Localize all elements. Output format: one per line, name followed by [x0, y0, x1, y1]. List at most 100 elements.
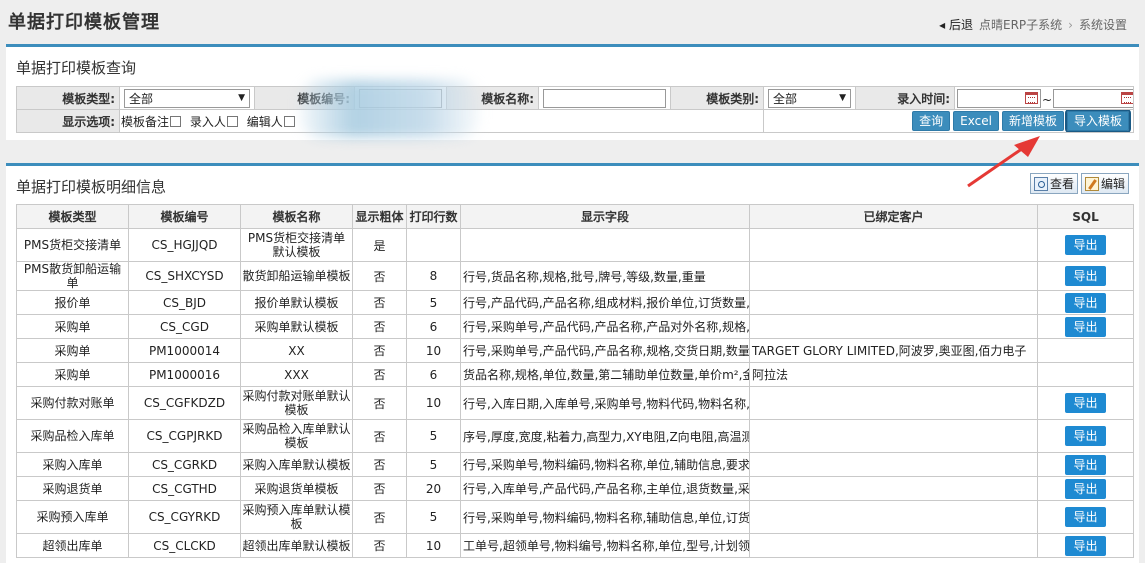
- col-customers[interactable]: 已绑定客户: [749, 204, 1038, 229]
- cell-print-lines: 10: [406, 338, 461, 363]
- option-remark-label: 模板备注: [121, 114, 170, 129]
- magnifier-icon: [1033, 176, 1048, 191]
- page-header: 单据打印模板管理 ◂ 后退 点晴ERP子系统 › 系统设置: [0, 0, 1145, 42]
- export-button[interactable]: 导出: [1065, 478, 1106, 499]
- col-template-type[interactable]: 模板类型: [16, 204, 129, 229]
- table-row[interactable]: 采购入库单 CS_CGRKD 采购入库单默认模板否 5 行号,采购单号,物料编码,物料名…: [16, 452, 1134, 477]
- export-button[interactable]: 导出: [1065, 426, 1106, 446]
- cell-customers: [749, 228, 1038, 262]
- option-creator[interactable]: 录入人: [190, 115, 241, 129]
- end-date-input[interactable]: [1053, 88, 1133, 108]
- cell-fields: 序号,厚度,宽度,粘着力,高型力,XY电阻,Z向电阻,高温测(: [460, 419, 750, 453]
- cell-customers: TARGET GLORY LIMITED,阿波罗,奥亚图,佰力电子: [749, 338, 1038, 363]
- view-button[interactable]: 查看: [1029, 173, 1078, 194]
- template-table-body: PMS货柜交接清单 CS_HGJJQD PMS货柜交接清单默认模板是导出 PMS散货卸…: [16, 228, 1134, 558]
- col-template-name[interactable]: 模板名称: [240, 204, 353, 229]
- export-button[interactable]: 导出: [1065, 454, 1106, 475]
- table-row[interactable]: 采购单 CS_CGD 采购单默认模板否 6 行号,采购单号,产品代码,产品名称,产品对外…: [16, 314, 1134, 339]
- export-button[interactable]: 导出: [1065, 393, 1106, 413]
- option-creator-checkbox[interactable]: [226, 115, 238, 127]
- option-remark-checkbox[interactable]: [170, 115, 182, 127]
- export-button[interactable]: 导出: [1065, 316, 1106, 337]
- cell-fields: 行号,采购单号,物料编码,物料名称,单位,辅助信息,要求3: [460, 452, 750, 477]
- cell-fields: 货品名称,规格,单位,数量,第二辅助单位数量,单价m²,金额: [460, 362, 750, 387]
- export-button[interactable]: 导出: [1065, 266, 1106, 286]
- cell-print-lines: 10: [406, 533, 461, 558]
- entry-time-label: 录入时间:: [855, 86, 955, 110]
- calendar-icon[interactable]: [1025, 92, 1038, 104]
- cell-template-no: CS_CGYRKD: [128, 500, 241, 534]
- table-row[interactable]: 采购预入库单 CS_CGYRKD 采购预入库单默认模板否 5 行号,采购单号,物料编码,…: [16, 500, 1134, 534]
- table-row[interactable]: PMS货柜交接清单 CS_HGJJQD PMS货柜交接清单默认模板是 导出: [16, 228, 1134, 262]
- col-print-lines[interactable]: 打印行数: [406, 204, 461, 229]
- redaction-blur: [300, 80, 480, 138]
- cell-sql: [1037, 362, 1134, 387]
- cell-fields: 行号,采购单号,物料编码,物料名称,辅助信息,单位,订货数: [460, 500, 750, 534]
- cell-bold: 否: [352, 290, 407, 315]
- excel-button[interactable]: Excel: [953, 111, 999, 131]
- table-row[interactable]: 采购单 PM1000016 XXX 否 6 货品名称,规格,单位,数量,第二辅助单位数量,…: [16, 362, 1134, 387]
- query-actions: 查询 Excel 新增模板 导入模板: [763, 109, 1134, 133]
- new-template-button[interactable]: 新增模板: [1001, 111, 1064, 131]
- cell-sql: 导出: [1037, 476, 1134, 501]
- table-row[interactable]: 采购退货单 CS_CGTHD 采购退货单模板否 20 行号,入库单号,产品代码,产品名称…: [16, 476, 1134, 501]
- export-button[interactable]: 导出: [1065, 507, 1106, 527]
- col-template-no[interactable]: 模板编号: [128, 204, 241, 229]
- cell-customers: [749, 314, 1038, 339]
- cell-template-name: 采购品检入库单默认模板: [240, 419, 353, 453]
- cell-sql: 导出: [1037, 228, 1134, 262]
- table-row[interactable]: 报价单 CS_BJD 报价单默认模板否 5 行号,产品代码,产品名称,组成材料,报价单位…: [16, 290, 1134, 315]
- cell-template-no: CS_CGTHD: [128, 476, 241, 501]
- template-type-select[interactable]: 全部 ▼: [124, 88, 250, 108]
- cell-bold: 否: [352, 386, 407, 420]
- cell-sql: 导出: [1037, 386, 1134, 420]
- cell-template-name: 采购单默认模板: [240, 314, 353, 339]
- template-type-value: 全部: [129, 91, 154, 106]
- cell-bold: 否: [352, 533, 407, 558]
- cell-sql: 导出: [1037, 419, 1134, 453]
- start-date-input[interactable]: [957, 88, 1041, 108]
- query-panel-title: 单据打印模板查询: [16, 59, 137, 77]
- template-name-input[interactable]: [543, 88, 666, 108]
- template-category-select[interactable]: 全部 ▼: [768, 88, 851, 108]
- cell-template-type: PMS散货卸船运输单: [16, 261, 129, 291]
- cell-bold: 否: [352, 261, 407, 291]
- table-row[interactable]: 采购品检入库单 CS_CGPJRKD 采购品检入库单默认模板否 5 序号,厚度,宽度,粘…: [16, 419, 1134, 453]
- calendar-icon[interactable]: [1121, 92, 1133, 104]
- cell-template-type: 采购单: [16, 338, 129, 363]
- breadcrumb-system[interactable]: 点晴ERP子系统: [979, 16, 1062, 33]
- option-remark[interactable]: 模板备注: [121, 115, 184, 129]
- edit-button[interactable]: 编辑: [1080, 173, 1129, 194]
- cell-bold: 否: [352, 476, 407, 501]
- option-editor[interactable]: 编辑人: [247, 115, 298, 129]
- table-row[interactable]: 采购单 PM1000014 XX 否 10 行号,采购单号,产品代码,产品名称,规格,交货…: [16, 338, 1134, 363]
- back-link[interactable]: ◂ 后退: [939, 16, 973, 33]
- col-fields[interactable]: 显示字段: [460, 204, 750, 229]
- table-row[interactable]: PMS散货卸船运输单 CS_SHXCYSD 散货卸船运输单模板否 8 行号,货品名称,规…: [16, 261, 1134, 291]
- export-button[interactable]: 导出: [1065, 535, 1106, 556]
- export-button[interactable]: 导出: [1065, 292, 1106, 313]
- cell-template-no: CS_CGD: [128, 314, 241, 339]
- table-header-row: 模板类型 模板编号 模板名称 显示粗体 打印行数 显示字段 已绑定客户 SQL: [16, 204, 1134, 229]
- cell-sql: 导出: [1037, 314, 1134, 339]
- export-button[interactable]: 导出: [1065, 235, 1106, 255]
- cell-template-type: PMS货柜交接清单: [16, 228, 129, 262]
- search-button[interactable]: 查询: [912, 111, 951, 131]
- cell-bold: 否: [352, 500, 407, 534]
- table-row[interactable]: 采购付款对账单 CS_CGFKDZD 采购付款对账单默认模板否 10 行号,入库日期,入…: [16, 386, 1134, 420]
- col-sql[interactable]: SQL: [1037, 204, 1134, 229]
- cell-template-name: 报价单默认模板: [240, 290, 353, 315]
- col-bold[interactable]: 显示粗体: [352, 204, 407, 229]
- cell-print-lines: 5: [406, 290, 461, 315]
- cell-template-no: CS_BJD: [128, 290, 241, 315]
- table-row[interactable]: 超领出库单 CS_CLCKD 超领出库单默认模板否 10 工单号,超领单号,物料编号,物…: [16, 533, 1134, 558]
- import-template-button[interactable]: 导入模板: [1064, 110, 1132, 132]
- cell-print-lines: 10: [406, 386, 461, 420]
- cell-sql: 导出: [1037, 290, 1134, 315]
- cell-template-name: PMS货柜交接清单默认模板: [240, 228, 353, 262]
- option-editor-checkbox[interactable]: [283, 115, 295, 127]
- cell-template-name: XX: [240, 338, 353, 363]
- cell-bold: 否: [352, 452, 407, 477]
- edit-label: 编辑: [1100, 177, 1125, 191]
- cell-print-lines: 6: [406, 314, 461, 339]
